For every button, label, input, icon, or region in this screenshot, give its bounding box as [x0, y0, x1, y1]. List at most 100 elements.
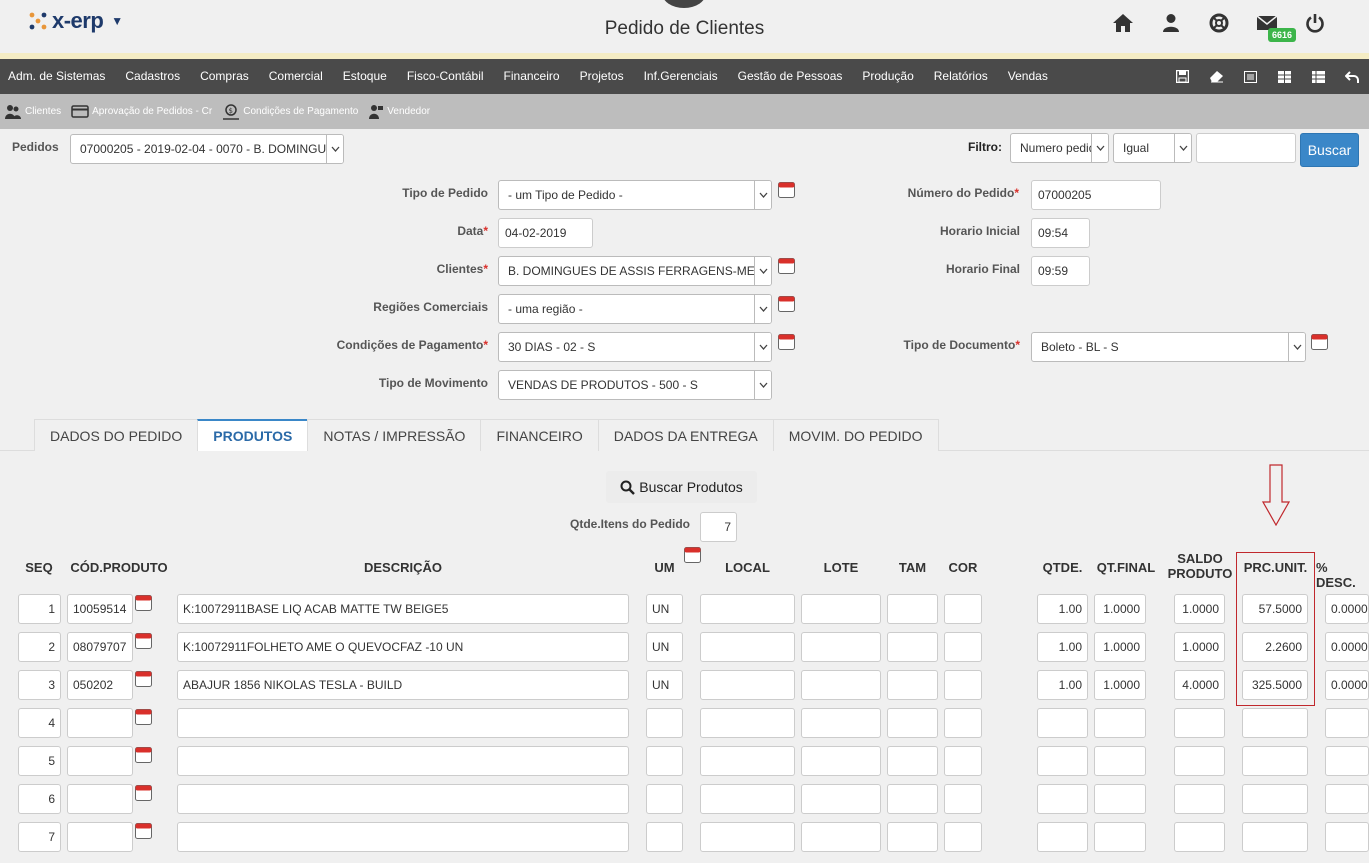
local-input[interactable]: [700, 708, 795, 738]
buscar-button[interactable]: Buscar: [1300, 133, 1359, 167]
lote-input[interactable]: [801, 670, 881, 700]
menu-item-fisco-contabil[interactable]: Fisco-Contábil: [397, 59, 494, 94]
saldo-produto-input[interactable]: 4.0000: [1174, 670, 1225, 700]
local-input[interactable]: [700, 784, 795, 814]
cor-input[interactable]: [944, 670, 982, 700]
prc-unit-input[interactable]: [1242, 784, 1308, 814]
tab-dados-pedido[interactable]: DADOS DO PEDIDO: [34, 419, 199, 451]
cod-produto-input[interactable]: [67, 708, 133, 738]
tab-produtos[interactable]: PRODUTOS: [197, 419, 309, 451]
saldo-produto-input[interactable]: 1.0000: [1174, 594, 1225, 624]
qt-final-input[interactable]: [1094, 708, 1146, 738]
tipo-pedido-select[interactable]: - um Tipo de Pedido -: [498, 180, 772, 210]
qtde-itens-input[interactable]: 7: [700, 512, 737, 542]
submenu-item-condicoes[interactable]: $ Condições de Pagamento: [222, 103, 358, 120]
tam-input[interactable]: [887, 822, 938, 852]
qtde-input[interactable]: [1037, 822, 1088, 852]
cor-input[interactable]: [944, 594, 982, 624]
tipo-documento-select[interactable]: Boleto - BL - S: [1031, 332, 1306, 362]
tab-movim-pedido[interactable]: MOVIM. DO PEDIDO: [772, 419, 939, 451]
calendar-icon[interactable]: [135, 671, 152, 687]
prc-unit-input[interactable]: [1242, 746, 1308, 776]
qt-final-input[interactable]: [1094, 822, 1146, 852]
lote-input[interactable]: [801, 632, 881, 662]
data-input[interactable]: 04-02-2019: [498, 218, 593, 248]
local-input[interactable]: [700, 746, 795, 776]
filtro-value-input[interactable]: [1196, 133, 1296, 163]
cod-produto-input[interactable]: 050202: [67, 670, 133, 700]
pedidos-select[interactable]: 07000205 - 2019-02-04 - 0070 - B. DOMING…: [70, 134, 344, 164]
lote-input[interactable]: [801, 822, 881, 852]
clientes-select[interactable]: B. DOMINGUES DE ASSIS FERRAGENS-ME - 007…: [498, 256, 772, 286]
calendar-icon[interactable]: [1311, 334, 1328, 350]
condicoes-select[interactable]: 30 DIAS - 02 - S: [498, 332, 772, 362]
lote-input[interactable]: [801, 708, 881, 738]
descricao-input[interactable]: [177, 746, 629, 776]
numero-pedido-input[interactable]: 07000205: [1031, 180, 1161, 210]
saldo-produto-input[interactable]: [1174, 822, 1225, 852]
local-input[interactable]: [700, 594, 795, 624]
qtde-input[interactable]: [1037, 784, 1088, 814]
list-icon[interactable]: [1233, 59, 1267, 94]
um-input[interactable]: [646, 708, 683, 738]
desc-pct-input[interactable]: 0.0000: [1325, 670, 1369, 700]
prc-unit-input[interactable]: [1242, 708, 1308, 738]
mail-icon[interactable]: 6616: [1243, 10, 1297, 42]
descricao-input[interactable]: [177, 708, 629, 738]
lifebuoy-icon[interactable]: [1195, 10, 1243, 36]
regioes-select[interactable]: - uma região -: [498, 294, 772, 324]
qtde-input[interactable]: 1.00: [1037, 670, 1088, 700]
tam-input[interactable]: [887, 594, 938, 624]
qtde-input[interactable]: [1037, 708, 1088, 738]
desc-pct-input[interactable]: [1325, 746, 1369, 776]
save-icon[interactable]: [1165, 59, 1199, 94]
cor-input[interactable]: [944, 746, 982, 776]
menu-item-adm-sistemas[interactable]: Adm. de Sistemas: [0, 59, 115, 94]
menu-item-financeiro[interactable]: Financeiro: [494, 59, 570, 94]
tam-input[interactable]: [887, 746, 938, 776]
tipo-movimento-select[interactable]: VENDAS DE PRODUTOS - 500 - S: [498, 370, 772, 400]
saldo-produto-input[interactable]: [1174, 784, 1225, 814]
saldo-produto-input[interactable]: [1174, 746, 1225, 776]
horario-inicial-input[interactable]: 09:54: [1031, 218, 1090, 248]
grid-icon[interactable]: [1267, 59, 1301, 94]
cor-input[interactable]: [944, 822, 982, 852]
tab-notas-impressao[interactable]: NOTAS / IMPRESSÃO: [307, 419, 482, 451]
calendar-icon[interactable]: [778, 182, 795, 198]
calendar-icon[interactable]: [135, 633, 152, 649]
horario-final-input[interactable]: 09:59: [1031, 256, 1090, 286]
qt-final-input[interactable]: [1094, 746, 1146, 776]
descricao-input[interactable]: K:10072911BASE LIQ ACAB MATTE TW BEIGE5: [177, 594, 629, 624]
um-input[interactable]: UN: [646, 594, 683, 624]
calendar-icon[interactable]: [135, 785, 152, 801]
um-input[interactable]: [646, 746, 683, 776]
prc-unit-input[interactable]: [1242, 822, 1308, 852]
local-input[interactable]: [700, 822, 795, 852]
menu-item-comercial[interactable]: Comercial: [259, 59, 333, 94]
menu-item-estoque[interactable]: Estoque: [333, 59, 397, 94]
desc-pct-input[interactable]: [1325, 784, 1369, 814]
calendar-icon[interactable]: [684, 547, 701, 563]
prc-unit-input[interactable]: 57.5000: [1242, 594, 1308, 624]
submenu-item-aprovacao[interactable]: Aprovação de Pedidos - Cr: [71, 104, 212, 119]
desc-pct-input[interactable]: [1325, 708, 1369, 738]
cod-produto-input[interactable]: 10059514: [67, 594, 133, 624]
cod-produto-input[interactable]: [67, 746, 133, 776]
table-icon[interactable]: [1301, 59, 1335, 94]
user-icon[interactable]: [1147, 10, 1195, 36]
cor-input[interactable]: [944, 784, 982, 814]
descricao-input[interactable]: K:10072911FOLHETO AME O QUEVOCFAZ -10 UN: [177, 632, 629, 662]
power-icon[interactable]: [1291, 10, 1339, 36]
tab-financeiro[interactable]: FINANCEIRO: [480, 419, 599, 451]
lote-input[interactable]: [801, 594, 881, 624]
buscar-produtos-button[interactable]: Buscar Produtos: [606, 471, 757, 503]
um-input[interactable]: UN: [646, 670, 683, 700]
menu-item-gestao-pessoas[interactable]: Gestão de Pessoas: [728, 59, 853, 94]
qtde-input[interactable]: 1.00: [1037, 594, 1088, 624]
qt-final-input[interactable]: 1.0000: [1094, 670, 1146, 700]
home-icon[interactable]: [1099, 10, 1147, 36]
desc-pct-input[interactable]: [1325, 822, 1369, 852]
descricao-input[interactable]: ABAJUR 1856 NIKOLAS TESLA - BUILD: [177, 670, 629, 700]
qtde-input[interactable]: [1037, 746, 1088, 776]
menu-item-cadastros[interactable]: Cadastros: [115, 59, 190, 94]
